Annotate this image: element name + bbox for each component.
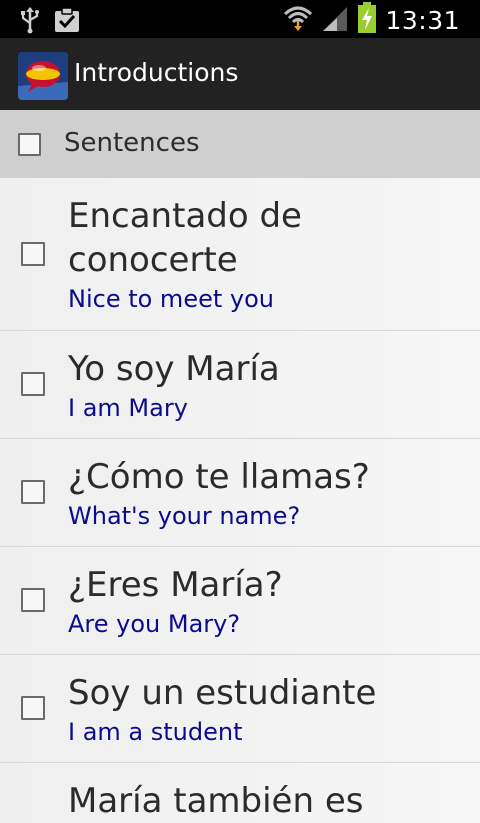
sentences-header: Sentences: [0, 110, 480, 178]
phrase-text: Soy un estudiante I am a student: [68, 671, 376, 747]
phrase-english: I am a student: [68, 718, 243, 746]
signal-icon: [321, 4, 349, 36]
app-logo[interactable]: [18, 52, 68, 100]
phrase-checkbox[interactable]: [21, 696, 45, 720]
phrase-checkbox[interactable]: [21, 588, 45, 612]
list-item[interactable]: Soy un estudiante I am a student: [0, 655, 480, 763]
phrase-english: Are you Mary?: [68, 610, 241, 638]
action-bar: Introductions: [0, 38, 480, 110]
phrase-english: I am Mary: [68, 394, 188, 422]
phrase-text: Encantado de conocerte Nice to meet you: [68, 194, 328, 314]
phrase-spanish: ¿Cómo te llamas?: [68, 457, 370, 497]
phrase-spanish: ¿Eres María?: [68, 565, 283, 605]
header-label: Sentences: [64, 128, 200, 158]
phrase-text: ¿Cómo te llamas? What's your name?: [68, 455, 370, 531]
phrase-english: What's your name?: [68, 502, 301, 530]
battery-charging-icon: [357, 2, 377, 38]
list-item[interactable]: ¿Cómo te llamas? What's your name?: [0, 439, 480, 547]
phrase-list: Encantado de conocerte Nice to meet you …: [0, 178, 480, 823]
phrase-text: ¿Eres María? Are you Mary?: [68, 563, 283, 639]
phrase-checkbox[interactable]: [21, 372, 45, 396]
phrase-checkbox[interactable]: [21, 242, 45, 266]
clipboard-check-icon: [54, 7, 80, 37]
list-item[interactable]: Encantado de conocerte Nice to meet you: [0, 178, 480, 331]
status-bar: 13:31: [0, 0, 480, 38]
phrase-spanish: Yo soy María: [68, 349, 280, 389]
list-item[interactable]: María también es: [0, 763, 480, 823]
clock: 13:31: [385, 5, 460, 35]
phrase-spanish: Soy un estudiante: [68, 673, 377, 713]
list-item[interactable]: ¿Eres María? Are you Mary?: [0, 547, 480, 655]
spain-flag-bubble-icon: [18, 52, 68, 100]
phrase-checkbox[interactable]: [21, 480, 45, 504]
list-item[interactable]: Yo soy María I am Mary: [0, 331, 480, 439]
phrase-text: María también es: [68, 779, 363, 823]
phrase-spanish: María también es: [68, 781, 364, 821]
phrase-spanish: Encantado de conocerte: [68, 196, 302, 280]
phrase-text: Yo soy María I am Mary: [68, 347, 280, 423]
wifi-icon: [283, 4, 313, 36]
usb-icon: [18, 6, 42, 38]
phrase-english: Nice to meet you: [68, 285, 274, 313]
select-all-checkbox[interactable]: [18, 133, 41, 156]
page-title: Introductions: [74, 58, 239, 87]
